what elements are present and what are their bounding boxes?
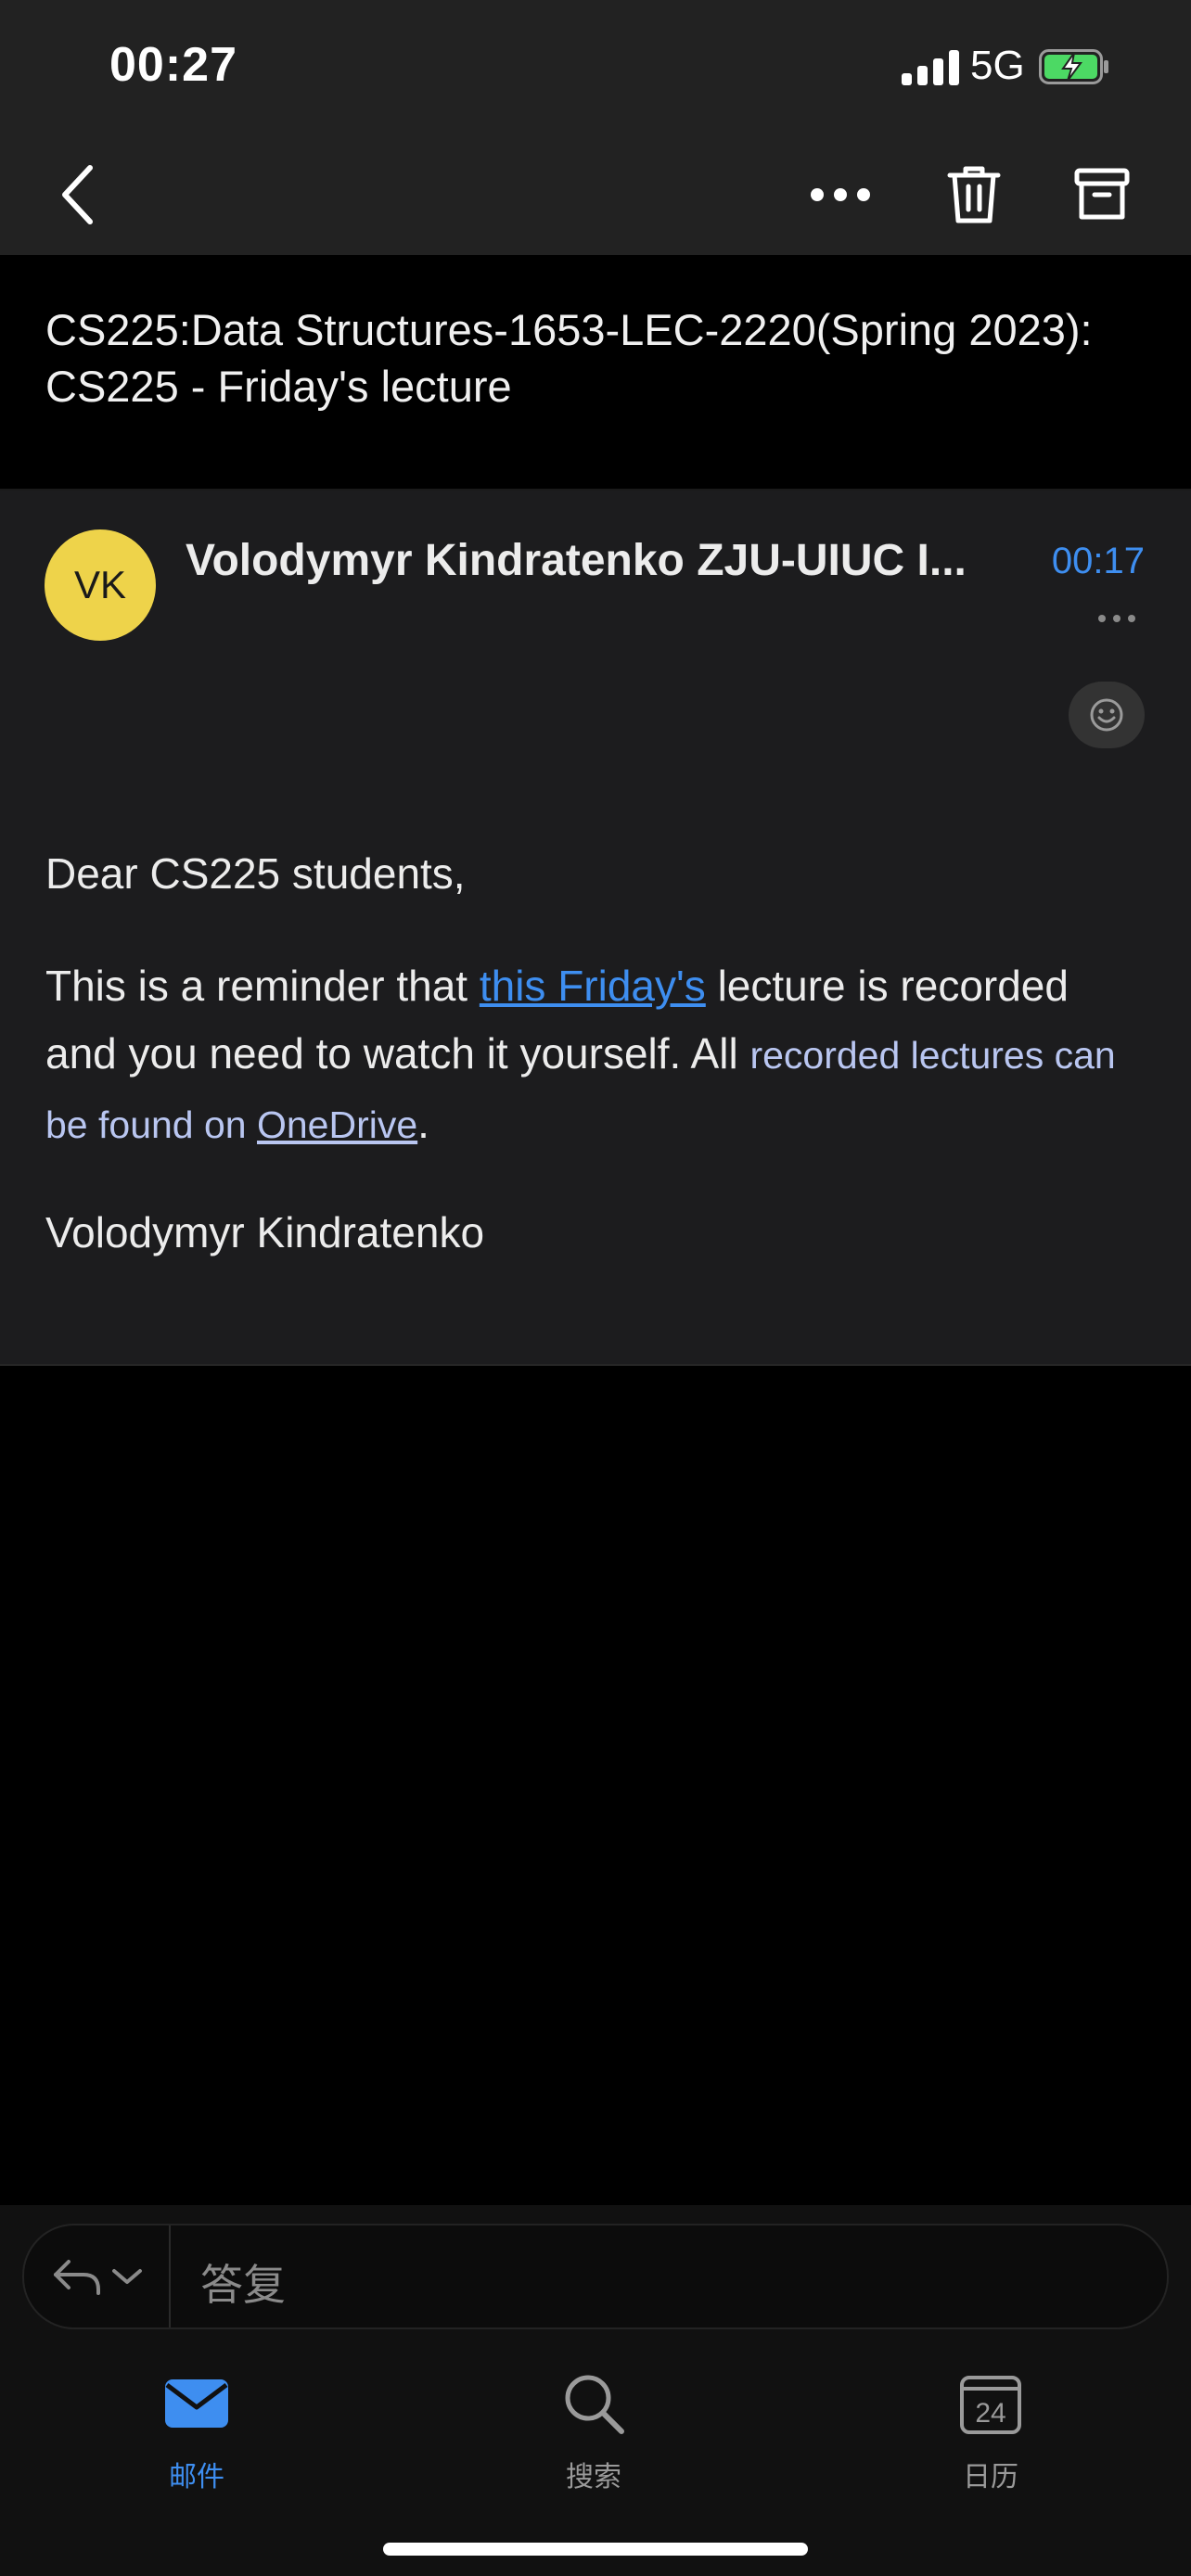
home-indicator[interactable]: [383, 2543, 808, 2556]
cellular-signal-icon: [902, 48, 959, 85]
email-body: Dear CS225 students, This is a reminder …: [45, 843, 1149, 1263]
ellipsis-icon: [811, 188, 870, 201]
message-card: VK Volodymyr Kindratenko ZJU-UIUC I... 0…: [0, 491, 1191, 1366]
tab-mail-label: 邮件: [169, 2461, 224, 2493]
body-signature: Volodymyr Kindratenko: [45, 1208, 485, 1256]
this-friday-link[interactable]: this Friday's: [480, 962, 706, 1010]
message-time: 00:17: [1051, 541, 1145, 581]
tab-search-label: 搜索: [566, 2461, 621, 2493]
trash-icon: [947, 166, 1001, 223]
archive-icon: [1074, 168, 1130, 220]
email-subject: CS225:Data Structures-1653-LEC-2220(Spri…: [45, 305, 1093, 411]
delete-button[interactable]: [937, 158, 1011, 232]
calendar-day: 24: [975, 2398, 1006, 2429]
status-bar: 00:27 5G: [0, 0, 1191, 134]
back-button[interactable]: [41, 158, 115, 232]
battery-charging-icon: [1039, 49, 1108, 84]
reply-field[interactable]: 答复: [22, 2224, 1169, 2329]
reminder-end: .: [417, 1099, 429, 1147]
network-type: 5G: [970, 43, 1025, 88]
tab-calendar[interactable]: 24 日历: [889, 2363, 1093, 2493]
reply-arrow-icon: [54, 2260, 100, 2295]
search-icon: [565, 2375, 624, 2434]
more-options-button[interactable]: [803, 158, 877, 232]
archive-button[interactable]: [1065, 158, 1139, 232]
reply-options-button[interactable]: [24, 2225, 171, 2327]
message-more-button[interactable]: [1089, 607, 1145, 630]
mail-icon: [165, 2379, 228, 2428]
email-toolbar: [0, 134, 1191, 255]
status-time: 00:27: [109, 38, 237, 92]
tab-search[interactable]: 搜索: [492, 2363, 696, 2493]
body-greeting: Dear CS225 students,: [45, 849, 466, 898]
chevron-left-icon: [62, 165, 93, 224]
sender-avatar[interactable]: VK: [45, 529, 156, 641]
body-reminder: This is a reminder that this Friday's le…: [45, 952, 1149, 1159]
smiley-icon: [1090, 698, 1123, 732]
tab-calendar-label: 日历: [963, 2461, 1018, 2493]
reminder-prefix: This is a reminder that: [45, 962, 480, 1010]
chevron-down-icon: [112, 2269, 142, 2284]
onedrive-link[interactable]: OneDrive: [257, 1103, 417, 1146]
add-reaction-button[interactable]: [1069, 682, 1145, 748]
tab-bar: 邮件 搜索 24 日历: [0, 2335, 1191, 2576]
reply-bar: 答复: [0, 2205, 1191, 2335]
sender-name[interactable]: Volodymyr Kindratenko ZJU-UIUC I...: [186, 535, 1011, 586]
reply-placeholder: 答复: [200, 2260, 286, 2310]
subject-area: CS225:Data Structures-1653-LEC-2220(Spri…: [0, 255, 1191, 491]
tab-mail[interactable]: 邮件: [95, 2363, 299, 2493]
